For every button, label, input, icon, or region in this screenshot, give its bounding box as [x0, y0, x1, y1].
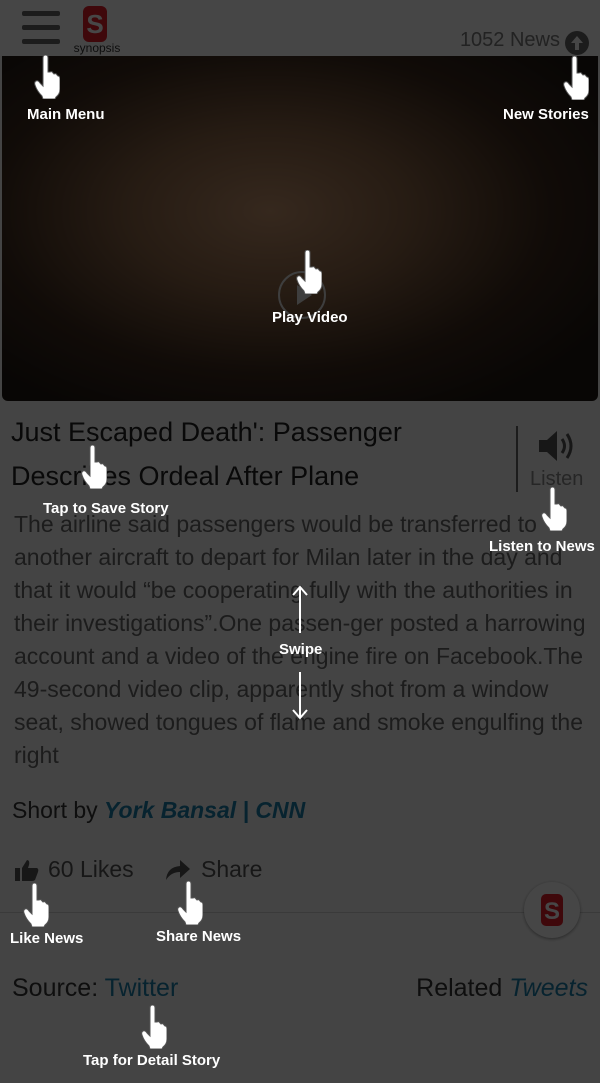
svg-text:S: S	[544, 898, 560, 925]
separator	[0, 912, 600, 913]
speaker-icon[interactable]	[537, 428, 577, 464]
share-button[interactable]: Share	[165, 856, 262, 883]
news-count: 1052 News	[459, 29, 560, 51]
thumbs-up-icon	[15, 859, 39, 881]
news-app: S synopsis 1052 News Just Escaped Death'…	[0, 0, 600, 1083]
related: Related Tweets	[416, 974, 588, 1003]
short-by-prefix: Short by	[12, 797, 105, 823]
share-label: Share	[201, 856, 263, 882]
author-link[interactable]: York Bansal | CNN	[104, 797, 305, 823]
listen-button[interactable]: Listen	[530, 468, 583, 491]
source-prefix: Source:	[12, 974, 105, 1002]
article-body: The airline said passengers would be tra…	[14, 511, 586, 768]
divider	[516, 426, 518, 492]
video-thumbnail[interactable]	[2, 56, 598, 401]
article-title[interactable]: Just Escaped Death': Passenger Describes…	[11, 410, 501, 498]
logo: S synopsis	[70, 6, 124, 55]
likes-count: 60 Likes	[48, 856, 134, 882]
short-by: Short by York Bansal | CNN	[12, 797, 305, 824]
header: S synopsis 1052 News	[0, 0, 600, 56]
logo-s-icon: S	[83, 6, 107, 42]
source: Source: Twitter	[12, 974, 178, 1003]
menu-icon[interactable]	[22, 11, 60, 45]
logo-text: synopsis	[73, 41, 121, 55]
share-arrow-icon	[166, 859, 190, 880]
like-button[interactable]: 60 Likes	[14, 856, 134, 883]
synopsis-fab[interactable]: S	[524, 882, 580, 938]
related-tweets-link[interactable]: Tweets	[509, 974, 588, 1002]
logo-s-icon: S	[541, 894, 563, 926]
play-icon[interactable]	[277, 270, 327, 320]
related-prefix: Related	[416, 974, 510, 1002]
source-link[interactable]: Twitter	[105, 974, 179, 1002]
arrow-up-circle-icon[interactable]	[564, 30, 590, 56]
